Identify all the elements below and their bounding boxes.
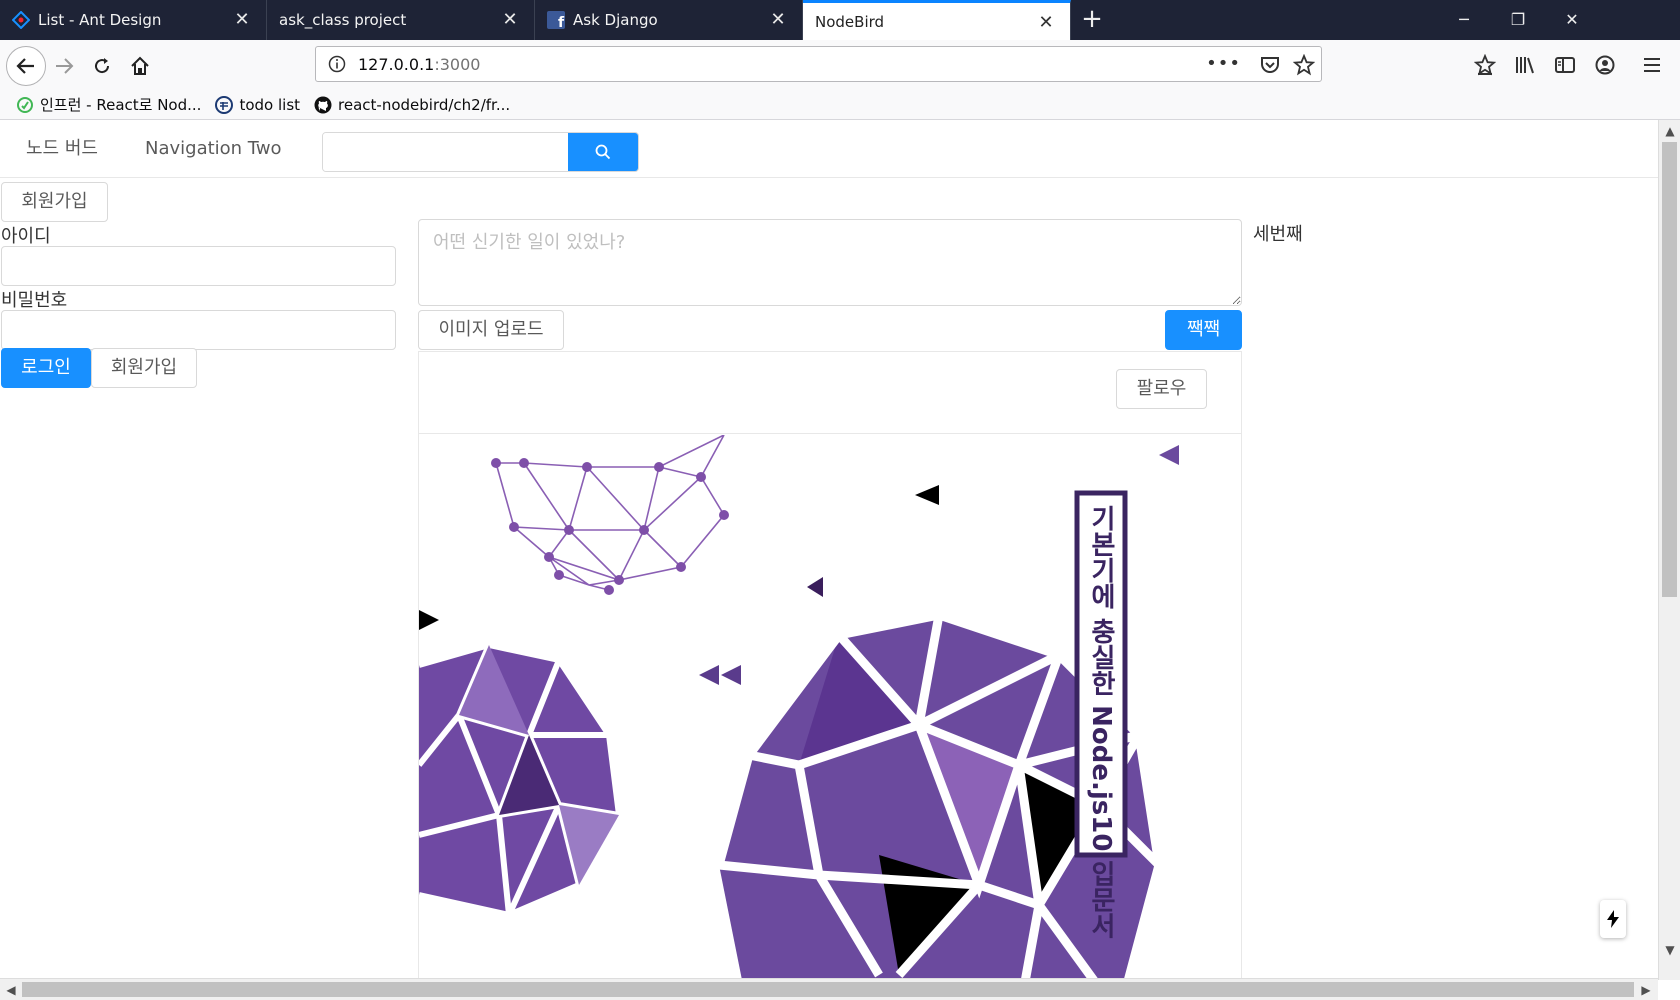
tab-title: Ask Django (573, 11, 658, 29)
arrow-right-icon (56, 58, 74, 74)
bookmarks-toolbar: 인프런 - React로 Nod... todo list react-node… (0, 90, 1680, 120)
ant-design-logo-icon (12, 11, 30, 29)
password-label: 비밀번호 (1, 290, 68, 311)
scroll-right-icon[interactable]: ▶ (1636, 980, 1656, 1000)
menu-item-nodebird[interactable]: 노드 버드 (26, 120, 98, 178)
github-icon (314, 96, 332, 114)
back-button[interactable] (6, 46, 46, 86)
submit-post-button[interactable]: 짹짹 (1165, 310, 1242, 350)
post-card: 팔로우 기본기에 충실한 Node.js10 입문서 (418, 351, 1242, 980)
bookmark-label: 인프런 - React로 Nod... (40, 96, 202, 114)
search-icon (595, 144, 611, 160)
address-bar[interactable]: 127.0.0.1:3000 ••• (315, 46, 1322, 82)
login-button[interactable]: 로그인 (1, 348, 91, 388)
star-icon[interactable] (1292, 53, 1316, 80)
menu-item-navigation-two[interactable]: Navigation Two (145, 120, 282, 178)
bookmark-inflearn[interactable]: 인프런 - React로 Nod... (16, 94, 201, 115)
tab-title: ask_class project (279, 11, 407, 29)
account-icon[interactable] (1594, 54, 1616, 80)
facebook-icon: f (547, 11, 565, 29)
sidebar-icon[interactable] (1554, 54, 1576, 80)
tab-ask-django[interactable]: f Ask Django ✕ (535, 0, 803, 40)
signup-link-button[interactable]: 회원가입 (1, 182, 108, 222)
search-button[interactable] (568, 133, 638, 171)
close-icon[interactable]: ✕ (500, 10, 520, 30)
new-tab-icon[interactable]: + (1078, 6, 1106, 34)
bookmark-label: todo list (239, 95, 301, 114)
horizontal-scrollbar[interactable]: ◀ ▶ (0, 978, 1658, 1000)
follow-button[interactable]: 팔로우 (1116, 369, 1207, 409)
scroll-left-icon[interactable]: ◀ (1, 980, 21, 1000)
password-input[interactable] (1, 310, 396, 350)
tab-title: NodeBird (815, 12, 885, 31)
close-icon[interactable]: ✕ (232, 10, 252, 30)
close-icon[interactable]: ✕ (768, 10, 788, 30)
bookmark-label: react-nodebird/ch2/fr... (338, 95, 511, 114)
library-icon[interactable] (1514, 54, 1536, 80)
vertical-scrollbar[interactable]: ▲ ▼ (1658, 120, 1680, 980)
svg-text:f: f (558, 15, 565, 29)
minimize-icon[interactable]: ─ (1444, 6, 1484, 34)
cover-title: 기본기에 충실한 Node.js10 입문서 (1086, 505, 1116, 939)
reload-icon (95, 58, 110, 74)
url-port: :3000 (434, 54, 481, 74)
top-menu: 노드 버드 Navigation Two (0, 120, 1658, 178)
bookmarks-star-icon[interactable] (1473, 53, 1497, 80)
third-column-text: 세번째 (1253, 224, 1303, 245)
post-cover-image: 기본기에 충실한 Node.js10 입문서 (419, 435, 1241, 980)
tab-ask-class-project[interactable]: ask_class project ✕ (267, 0, 535, 40)
page-viewport: 노드 버드 Navigation Two 회원가입 아이디 비밀번호 로그인 회… (0, 120, 1658, 980)
flash-icon[interactable] (1600, 900, 1626, 938)
id-input[interactable] (1, 246, 396, 286)
browser-tab-bar: List - Ant Design ✕ ask_class project ✕ … (0, 0, 1680, 40)
post-textarea[interactable] (418, 219, 1242, 306)
book-cover-illustration: 기본기에 충실한 Node.js10 입문서 (419, 435, 1179, 980)
bookmark-todo-list[interactable]: todo list (215, 95, 301, 114)
url-host: 127.0.0.1 (358, 54, 435, 74)
arrow-left-icon (16, 58, 34, 74)
menu-icon[interactable] (1642, 54, 1662, 80)
tab-list-ant-design[interactable]: List - Ant Design ✕ (0, 0, 267, 40)
restore-icon[interactable]: ❐ (1498, 6, 1538, 34)
bookmark-react-nodebird[interactable]: react-nodebird/ch2/fr... (314, 96, 510, 114)
reload-button[interactable] (84, 48, 120, 84)
signup-button[interactable]: 회원가입 (91, 348, 197, 388)
vertical-scroll-thumb[interactable] (1662, 142, 1677, 597)
info-icon[interactable] (328, 55, 346, 77)
close-icon[interactable]: ✕ (1036, 13, 1056, 33)
tab-nodebird[interactable]: NodeBird ✕ (803, 0, 1071, 40)
tab-title: List - Ant Design (38, 11, 162, 29)
browser-navigation-bar: 127.0.0.1:3000 ••• (0, 40, 1680, 90)
scroll-down-icon[interactable]: ▼ (1660, 940, 1680, 960)
window-close-icon[interactable]: ✕ (1552, 6, 1592, 34)
pocket-icon[interactable] (1259, 54, 1281, 80)
todo-icon (215, 95, 234, 114)
page-actions-icon[interactable]: ••• (1206, 53, 1241, 74)
search-box (322, 132, 639, 172)
post-card-header: 팔로우 (419, 352, 1241, 434)
horizontal-scroll-thumb[interactable] (22, 982, 1634, 997)
image-upload-button[interactable]: 이미지 업로드 (418, 310, 564, 350)
scroll-up-icon[interactable]: ▲ (1660, 121, 1680, 141)
home-icon (131, 56, 149, 75)
home-button[interactable] (122, 48, 158, 84)
forward-button[interactable] (46, 48, 82, 84)
inflearn-icon (16, 96, 34, 114)
id-label: 아이디 (1, 226, 51, 247)
search-input[interactable] (323, 133, 570, 171)
